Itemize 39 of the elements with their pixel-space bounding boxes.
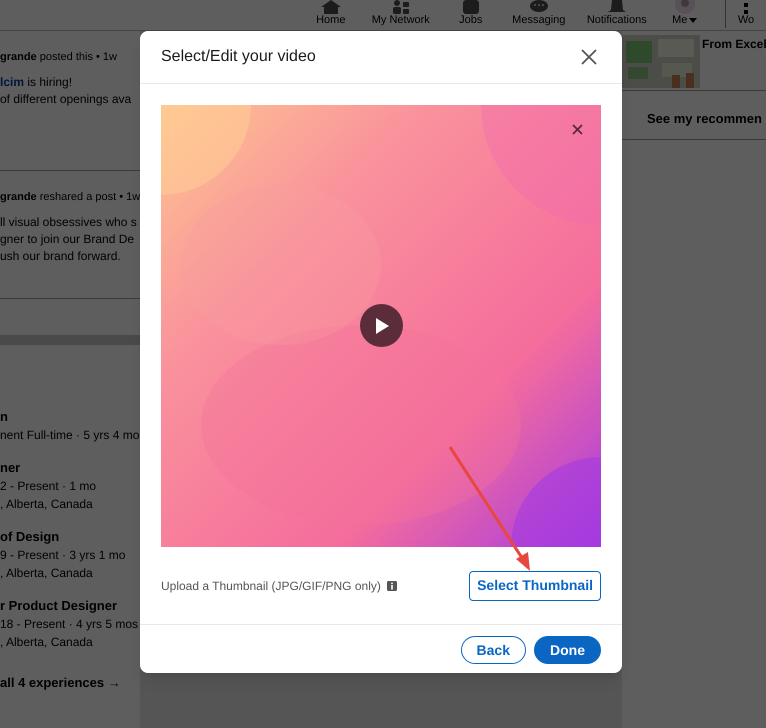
video-title: From Excel (702, 36, 766, 53)
nav-item[interactable]: Messaging (500, 0, 577, 30)
show-all-link[interactable]: all 4 experiences → (0, 673, 140, 692)
play-icon (374, 316, 390, 334)
post-text: of different openings ava (0, 90, 132, 108)
experience-detail: , Alberta, Canada (0, 565, 94, 582)
experience-detail: , Alberta, Canada (0, 634, 94, 651)
nav-item[interactable]: My Network (360, 0, 441, 30)
experience-detail: 9 - Present · 3 yrs 1 mo (0, 547, 126, 564)
post-text: gner to join our Brand De (0, 230, 136, 248)
experience-title: ner (0, 459, 22, 477)
experience-detail: 18 - Present · 4 yrs 5 mos (0, 616, 140, 633)
house-icon (320, 0, 342, 14)
post-meta: grande posted this • 1w (0, 50, 118, 65)
bell-icon (606, 0, 628, 14)
info-icon (386, 580, 397, 590)
company-link[interactable]: lcim (0, 74, 24, 88)
select-thumbnail-button[interactable]: Select Thumbnail (469, 570, 601, 600)
experience-detail: 2 - Present · 1 mo (0, 478, 98, 495)
experience-detail: , Alberta, Canada (0, 496, 94, 513)
modal-title: Select/Edit your video (161, 47, 316, 67)
nav-item[interactable]: Notifications (576, 0, 657, 30)
recommendations-link[interactable]: See my recommen (647, 109, 766, 128)
done-button[interactable]: Done (534, 636, 601, 664)
experience-title: n (0, 408, 9, 426)
grid-icon (744, 3, 748, 14)
post-meta: grande reshared a post • 1w (0, 190, 140, 205)
post-text: ll visual obsessives who s (0, 214, 138, 230)
post-text: ush our brand forward. (0, 248, 122, 264)
nav-item[interactable]: Home (300, 0, 361, 30)
experience-title: of Design (0, 528, 60, 546)
experience-detail: nent Full-time · 5 yrs 4 mo (0, 427, 140, 444)
post-text: lcim is hiring! (0, 74, 74, 90)
nav-item[interactable]: Jobs (440, 0, 501, 30)
nav-item[interactable]: Me (656, 0, 713, 30)
back-button[interactable]: Back (460, 636, 526, 664)
upload-label: Upload a Thumbnail (JPG/GIF/PNG only) (161, 578, 381, 594)
nav-item[interactable]: Wo (726, 3, 766, 30)
experience-title: r Product Designer (0, 597, 118, 615)
